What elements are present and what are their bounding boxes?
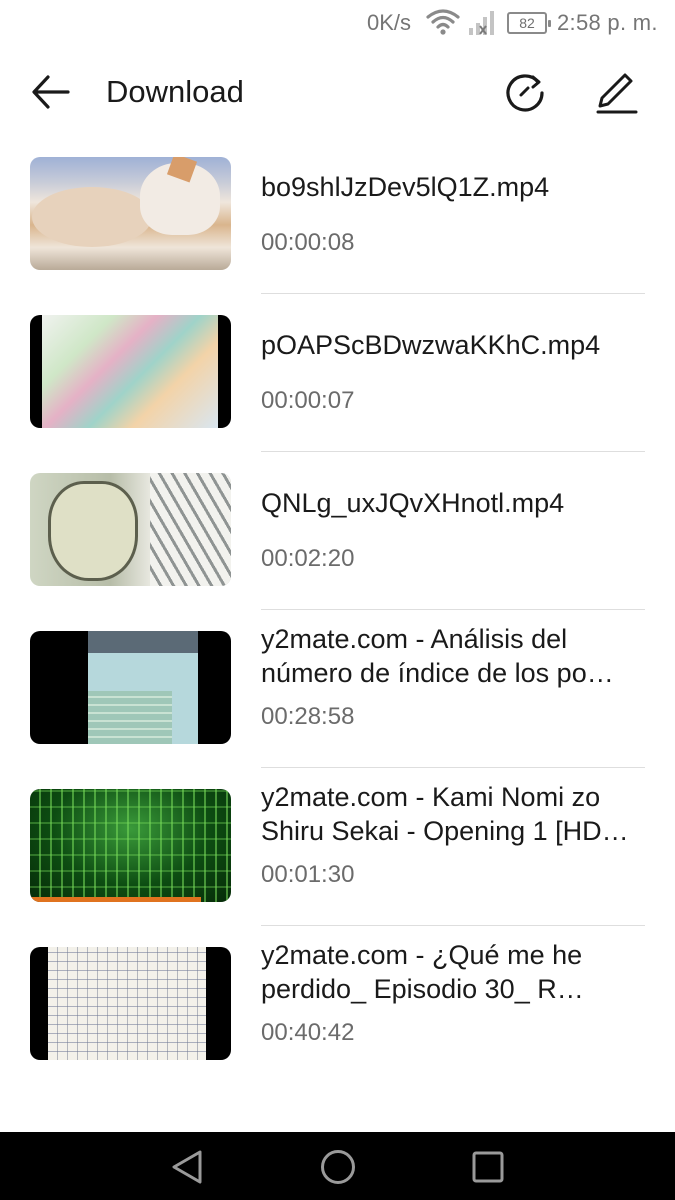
video-title: pOAPScBDwzwaKKhC.mp4 (261, 330, 601, 360)
video-thumbnail (30, 789, 231, 902)
network-speed: 0K/s (367, 10, 412, 35)
clock: 2:58 p. m. (557, 10, 658, 35)
video-thumbnail (30, 473, 231, 586)
navigation-bar (0, 1132, 675, 1200)
circle-home-icon (321, 1150, 355, 1184)
video-duration: 00:00:07 (261, 387, 355, 414)
list-item[interactable]: y2mate.com - Kami Nomi zo Shiru Sekai - … (0, 768, 675, 926)
edit-button[interactable] (592, 68, 642, 118)
pencil-icon (596, 73, 638, 114)
battery-icon: 82 (507, 12, 551, 34)
square-recents-icon (472, 1151, 504, 1183)
list-item[interactable]: pOAPScBDwzwaKKhC.mp4 00:00:07 (0, 294, 675, 452)
video-duration: 00:40:42 (261, 1019, 355, 1046)
video-duration: 00:02:20 (261, 545, 355, 572)
video-thumbnail (30, 947, 231, 1060)
video-thumbnail (30, 631, 231, 744)
video-thumbnail (30, 157, 231, 270)
wifi-icon (426, 9, 460, 35)
nav-home-button[interactable] (318, 1147, 358, 1187)
video-title: QNLg_uxJQvXHnotl.mp4 (261, 488, 565, 518)
page-title: Download (106, 74, 244, 109)
list-item[interactable]: QNLg_uxJQvXHnotl.mp4 00:02:20 (0, 452, 675, 610)
video-title: y2mate.com - Kami Nomi zo Shiru Sekai - … (261, 782, 629, 846)
video-duration: 00:00:08 (261, 229, 355, 256)
arrow-left-icon (32, 75, 70, 109)
back-button[interactable] (26, 68, 78, 116)
video-thumbnail (30, 315, 231, 428)
status-bar: 0K/s 82 2:58 p. m. (0, 0, 675, 48)
video-duration: 00:28:58 (261, 703, 355, 730)
video-title: y2mate.com - Análisis del número de índi… (261, 624, 614, 688)
nav-back-button[interactable] (168, 1147, 208, 1187)
list-item[interactable]: y2mate.com - ¿Qué me he perdido_ Episodi… (0, 926, 675, 1084)
video-title: bo9shlJzDev5lQ1Z.mp4 (261, 172, 550, 202)
refresh-button[interactable] (500, 68, 550, 118)
video-list: bo9shlJzDev5lQ1Z.mp4 00:00:08 pOAPScBDwz… (0, 136, 675, 1084)
refresh-icon (506, 74, 544, 112)
battery-level: 82 (519, 15, 535, 31)
video-duration: 00:01:30 (261, 861, 355, 888)
triangle-back-icon (172, 1150, 202, 1184)
signal-icon (469, 11, 494, 35)
list-item[interactable]: y2mate.com - Análisis del número de índi… (0, 610, 675, 768)
app-bar: Download (0, 48, 675, 136)
list-item[interactable]: bo9shlJzDev5lQ1Z.mp4 00:00:08 (0, 136, 675, 294)
video-title: y2mate.com - ¿Qué me he perdido_ Episodi… (261, 940, 584, 1004)
nav-recents-button[interactable] (468, 1147, 508, 1187)
